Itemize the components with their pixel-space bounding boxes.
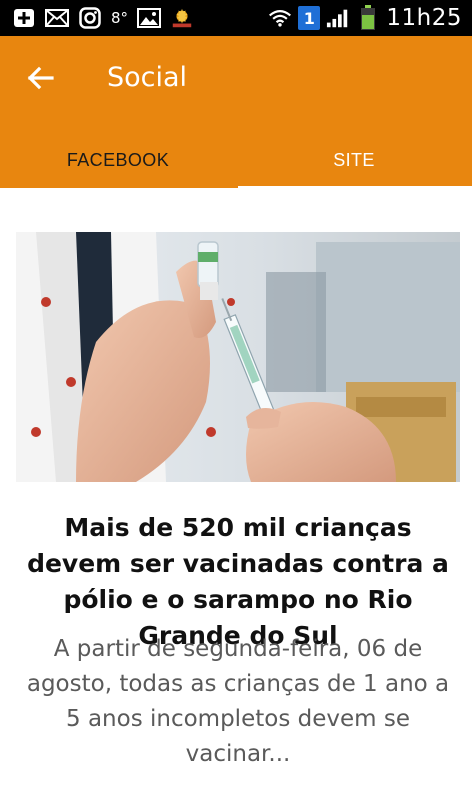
article-excerpt: A partir de segunda-feira, 06 de agosto,… — [26, 636, 450, 767]
status-bar-system: 1 11h25 — [268, 5, 472, 31]
tab-site[interactable]: SITE — [236, 132, 472, 188]
wifi-icon — [268, 7, 292, 29]
page-title: Social — [107, 62, 188, 93]
vaccination-photo — [16, 232, 460, 482]
image-icon — [137, 7, 162, 29]
mail-icon — [45, 7, 69, 29]
article-image[interactable] — [16, 232, 460, 482]
plus-icon — [12, 7, 36, 29]
tab-site-label: SITE — [333, 149, 375, 170]
radio-logo-icon — [170, 7, 194, 29]
tab-bar: FACEBOOK SITE — [0, 132, 472, 188]
battery-icon — [356, 5, 380, 30]
app-bar: Social FACEBOOK SITE — [0, 36, 472, 188]
arrow-left-icon — [26, 66, 54, 94]
instagram-icon — [78, 7, 102, 29]
tab-facebook-label: FACEBOOK — [66, 149, 170, 170]
clock-time: 11h25 — [386, 5, 462, 31]
signal-icon — [326, 7, 350, 29]
back-button[interactable] — [18, 58, 62, 102]
status-bar: 8° 1 11h25 — [0, 0, 472, 36]
status-bar-notifications: 8° — [0, 7, 194, 29]
notification-count-badge: 1 — [298, 6, 321, 30]
temperature-text: 8° — [111, 9, 129, 27]
tab-facebook[interactable]: FACEBOOK — [0, 132, 236, 188]
tab-selection-indicator — [238, 186, 472, 190]
